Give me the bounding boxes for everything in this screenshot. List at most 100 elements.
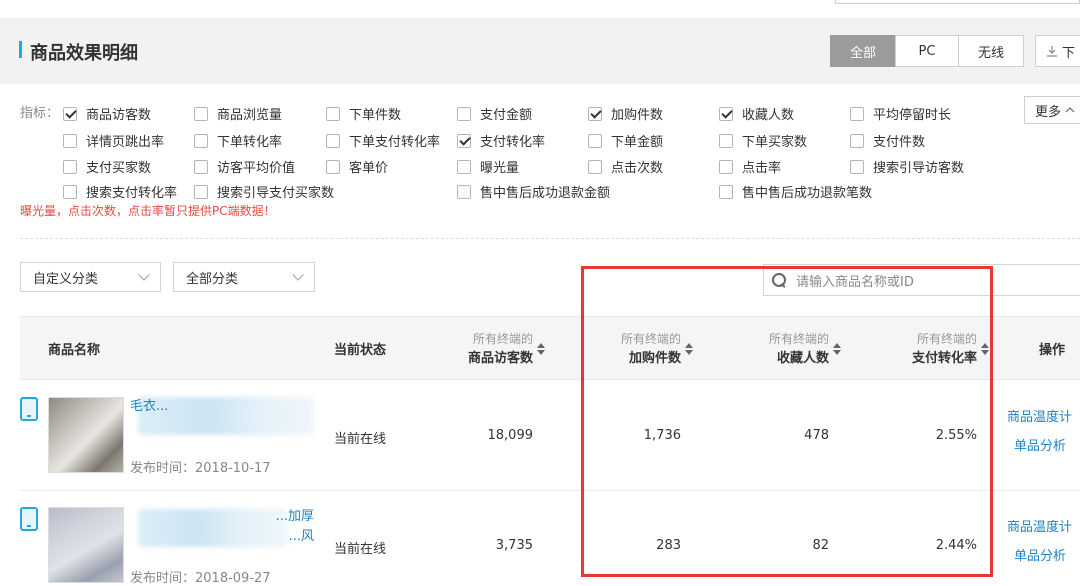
product-thermometer-link[interactable]: 商品温度计 — [1007, 403, 1072, 432]
checkbox-icon[interactable] — [457, 159, 471, 174]
tab-all[interactable]: 全部 — [830, 35, 896, 67]
col-header-conversion[interactable]: 所有终端的 支付转化率 — [912, 329, 977, 369]
metric-checkbox[interactable]: 搜索引导访客数 — [850, 157, 964, 176]
metric-checkbox[interactable]: 加购件数 — [588, 104, 663, 123]
metric-label: 下单金额 — [611, 135, 664, 150]
metric-checkbox[interactable]: 支付金额 — [457, 104, 532, 123]
tab-pc[interactable]: PC — [895, 35, 959, 67]
metric-checkbox[interactable]: 下单转化率 — [194, 131, 282, 150]
checkbox-icon[interactable] — [194, 159, 208, 174]
product-title[interactable]: 毛衣... — [130, 397, 315, 417]
checkbox-icon[interactable] — [194, 133, 208, 148]
checkbox-icon[interactable] — [850, 133, 864, 148]
tab-wireless[interactable]: 无线 — [958, 35, 1024, 67]
sort-icon[interactable] — [981, 343, 989, 355]
cell-favorites: 478 — [804, 428, 829, 443]
checkbox-icon[interactable] — [719, 159, 733, 174]
metric-checkbox[interactable]: 搜索支付转化率 — [63, 182, 177, 201]
metric-checkbox[interactable]: 详情页跳出率 — [63, 131, 164, 150]
metric-checkbox[interactable]: 商品浏览量 — [194, 104, 282, 123]
col-header-label: 支付转化率 — [911, 351, 977, 366]
col-header-prefix: 所有终端的 — [620, 332, 681, 346]
metric-label: 下单买家数 — [742, 135, 808, 150]
metric-checkbox[interactable]: 支付件数 — [850, 131, 925, 150]
checkbox-icon[interactable] — [63, 159, 77, 174]
metric-checkbox[interactable]: 支付买家数 — [63, 157, 151, 176]
checkbox-checked-icon[interactable] — [719, 106, 733, 121]
checkbox-icon[interactable] — [588, 133, 602, 148]
checkbox-checked-icon[interactable] — [588, 106, 602, 121]
metric-checkbox[interactable]: 点击次数 — [588, 157, 663, 176]
metric-checkbox[interactable]: 下单件数 — [326, 104, 401, 123]
metric-checkbox[interactable]: 平均停留时长 — [850, 104, 951, 123]
item-analysis-link[interactable]: 单品分析 — [1014, 432, 1066, 461]
checkbox-icon[interactable] — [850, 106, 864, 121]
metric-label: 搜索支付转化率 — [86, 186, 178, 201]
col-header-favorites[interactable]: 所有终端的 收藏人数 — [769, 329, 829, 369]
cell-visitors: 18,099 — [487, 428, 534, 443]
metric-label: 支付买家数 — [86, 161, 152, 176]
metric-checkbox[interactable]: 搜索引导支付买家数 — [194, 182, 334, 201]
metric-checkbox[interactable]: 点击率 — [719, 157, 781, 176]
metric-checkbox[interactable]: 下单支付转化率 — [326, 131, 440, 150]
checkbox-icon[interactable] — [588, 159, 602, 174]
metric-checkbox[interactable]: 曝光量 — [457, 157, 519, 176]
checkbox-icon[interactable] — [719, 133, 733, 148]
chevron-down-icon — [138, 269, 150, 281]
col-header-visitors[interactable]: 所有终端的 商品访客数 — [468, 329, 533, 369]
metric-checkbox[interactable]: 售中售后成功退款笔数 — [719, 182, 872, 201]
download-button[interactable]: 下 — [1035, 35, 1080, 67]
metric-label: 加购件数 — [611, 108, 664, 123]
item-analysis-link[interactable]: 单品分析 — [1014, 542, 1066, 571]
product-status: 当前在线 — [334, 542, 387, 557]
checkbox-icon[interactable] — [850, 159, 864, 174]
checkbox-icon[interactable] — [326, 133, 340, 148]
download-icon — [1047, 46, 1057, 57]
category-dropdown-custom[interactable]: 自定义分类 — [20, 262, 161, 292]
product-status: 当前在线 — [334, 432, 387, 447]
metric-checkbox[interactable]: 下单金额 — [588, 131, 663, 150]
metric-checkbox[interactable]: 客单价 — [326, 157, 388, 176]
more-button[interactable]: 更多 — [1024, 96, 1080, 124]
checkbox-checked-icon[interactable] — [457, 133, 471, 148]
checkbox-icon[interactable] — [194, 184, 208, 199]
download-label: 下 — [1062, 45, 1076, 61]
search-icon — [772, 273, 786, 287]
mobile-device-icon — [20, 507, 38, 531]
col-header-prefix: 所有终端的 — [916, 332, 977, 346]
metric-label: 下单转化率 — [217, 135, 283, 150]
checkbox-icon[interactable] — [457, 184, 471, 199]
cell-cart: 283 — [656, 538, 681, 553]
page-header: 商品效果明细 全部 PC 无线 下 — [0, 18, 1080, 84]
checkbox-icon[interactable] — [326, 159, 340, 174]
product-title[interactable]: ...加厚 — [130, 507, 314, 527]
sort-icon[interactable] — [685, 343, 693, 355]
metric-checkbox[interactable]: 支付转化率 — [457, 131, 545, 150]
checkbox-icon[interactable] — [719, 184, 733, 199]
product-title-line2[interactable]: ...风 — [130, 527, 314, 547]
sort-icon[interactable] — [537, 343, 545, 355]
metric-label: 下单件数 — [349, 108, 402, 123]
checkbox-icon[interactable] — [457, 106, 471, 121]
table-header: 商品名称 当前状态 所有终端的 商品访客数 所有终端的 加购件数 所有终端的 收… — [20, 316, 1080, 380]
cell-favorites: 82 — [812, 538, 829, 553]
metric-label: 点击次数 — [611, 161, 664, 176]
metric-checkbox[interactable]: 收藏人数 — [719, 104, 794, 123]
checkbox-icon[interactable] — [194, 106, 208, 121]
checkbox-icon[interactable] — [326, 106, 340, 121]
metric-checkbox[interactable]: 访客平均价值 — [194, 157, 295, 176]
category-dropdown-all[interactable]: 全部分类 — [173, 262, 315, 292]
metric-checkbox[interactable]: 下单买家数 — [719, 131, 807, 150]
col-header-label: 商品访客数 — [467, 351, 533, 366]
product-thumbnail[interactable] — [48, 397, 124, 473]
metric-checkbox[interactable]: 商品访客数 — [63, 104, 151, 123]
product-thumbnail[interactable] — [48, 507, 124, 583]
checkbox-icon[interactable] — [63, 184, 77, 199]
product-thermometer-link[interactable]: 商品温度计 — [1007, 513, 1072, 542]
checkbox-icon[interactable] — [63, 133, 77, 148]
sort-icon[interactable] — [833, 343, 841, 355]
product-search[interactable]: 请输入商品名称或ID — [763, 264, 1080, 296]
checkbox-checked-icon[interactable] — [63, 106, 77, 121]
metric-checkbox[interactable]: 售中售后成功退款金额 — [457, 182, 610, 201]
col-header-cart[interactable]: 所有终端的 加购件数 — [621, 329, 681, 369]
